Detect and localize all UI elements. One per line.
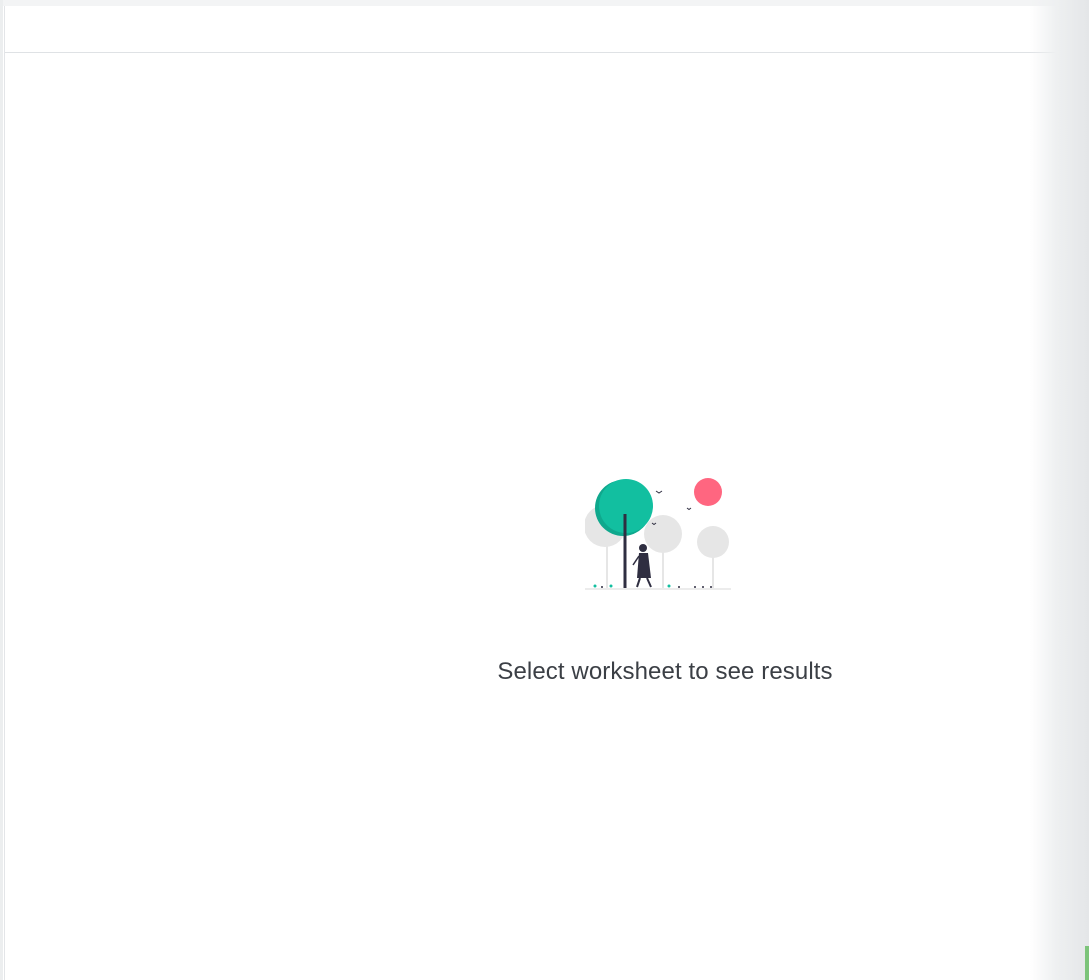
walking-in-park-illustration — [585, 478, 731, 590]
ground-pebble — [702, 586, 704, 588]
grey-tree-right — [697, 526, 729, 558]
app-window: Select worksheet to see results — [0, 0, 1089, 980]
ground-plant — [609, 584, 613, 588]
bird-icon — [686, 507, 692, 511]
person-leg — [646, 577, 652, 588]
grey-tree-middle — [644, 515, 682, 553]
right-panel-shadow — [1030, 0, 1089, 980]
ground-pebble — [694, 586, 696, 588]
person-head — [639, 544, 647, 552]
ground-plant — [667, 584, 671, 588]
left-edge — [0, 0, 3, 980]
ground-pebble — [601, 586, 603, 588]
bird-icon — [655, 490, 663, 494]
empty-state: Select worksheet to see results — [440, 470, 890, 686]
results-panel-header — [5, 6, 1063, 53]
corner-indicator — [1085, 946, 1089, 980]
ground-plant — [593, 584, 597, 588]
sun-icon — [694, 478, 722, 506]
person-arm — [632, 555, 640, 566]
person-leg — [636, 577, 641, 588]
empty-state-message: Select worksheet to see results — [497, 658, 833, 685]
ground-pebble — [678, 586, 680, 588]
ground-pebble — [710, 586, 712, 588]
